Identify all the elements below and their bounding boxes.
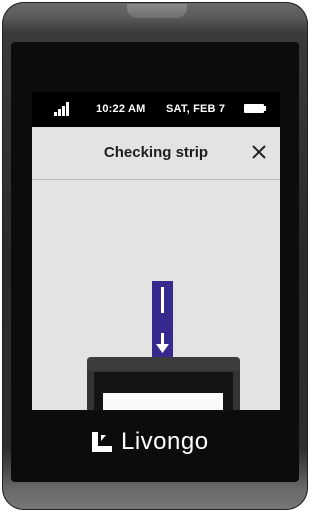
close-button[interactable] (246, 139, 272, 165)
meter-display-window (103, 393, 223, 410)
test-strip (152, 281, 173, 360)
strip-contact (161, 287, 164, 313)
arrow-down-icon (156, 333, 169, 353)
livongo-logo-icon (92, 432, 112, 452)
glucose-meter-device: 10:22 AM SAT, FEB 7 Checking strip Livon… (2, 2, 308, 510)
header: Checking strip (32, 127, 280, 180)
device-screen: 10:22 AM SAT, FEB 7 Checking strip (32, 92, 280, 410)
page-title: Checking strip (103, 144, 209, 161)
app-panel: Checking strip (32, 127, 280, 410)
close-icon (252, 145, 266, 159)
brand-name: Livongo (121, 428, 209, 455)
status-time: 10:22 AM (96, 103, 146, 115)
battery-full-icon (244, 104, 266, 113)
signal-bars-icon (54, 102, 72, 116)
brand-logo: Livongo (92, 426, 209, 458)
status-date: SAT, FEB 7 (166, 103, 226, 115)
meter-top-edge (87, 357, 240, 371)
status-bar: 10:22 AM SAT, FEB 7 (32, 92, 280, 126)
device-top-notch (127, 4, 187, 18)
